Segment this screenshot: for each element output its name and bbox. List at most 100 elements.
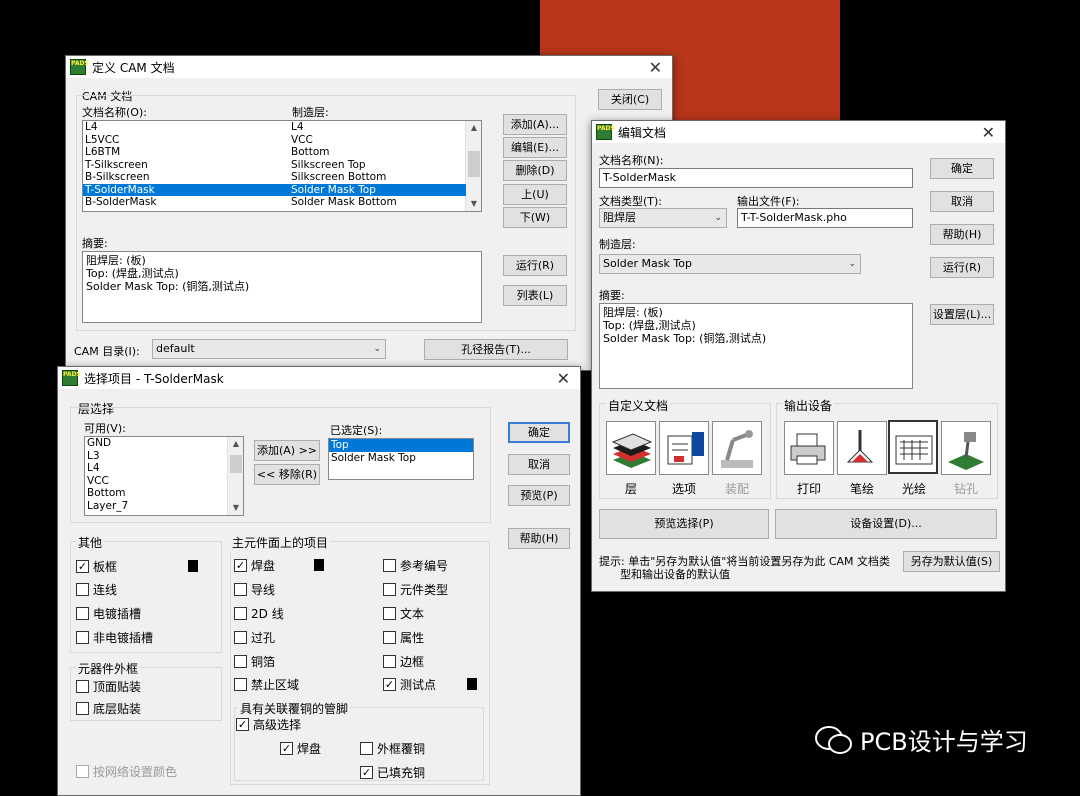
refdes-checkbox[interactable]: 参考编号	[383, 557, 448, 574]
board-color-swatch[interactable]	[188, 560, 198, 572]
table-row[interactable]: L6BTM Bottom	[83, 146, 466, 159]
nonplated-slot-checkbox[interactable]: 非电镀插槽	[76, 629, 153, 646]
doc-type-select[interactable]: 阻焊层 ⌄	[599, 208, 727, 228]
summary-box: 阻焊层: (板) Top: (焊盘,测试点) Solder Mask Top: …	[599, 303, 913, 389]
options-tile[interactable]	[659, 421, 709, 475]
add-layer-button[interactable]: 添加(A) >>	[254, 440, 320, 461]
pads-logo-icon: PADS	[62, 370, 81, 386]
save-default-button[interactable]: 另存为默认值(S)	[903, 551, 1000, 572]
outer-pour-checkbox[interactable]: 外框覆铜	[360, 740, 425, 757]
layer-cell: Silkscreen Top	[291, 158, 366, 171]
chevron-down-icon: ⌄	[373, 344, 381, 354]
trace-checkbox[interactable]: 导线	[234, 581, 275, 598]
main-items-label: 主元件面上的项目	[230, 534, 331, 551]
board-checkbox[interactable]: ✓ 板框	[76, 558, 117, 575]
cancel-button[interactable]: 取消	[508, 454, 570, 475]
edit-button[interactable]: 编辑(E)...	[503, 137, 567, 158]
help-button[interactable]: 帮助(H)	[930, 224, 994, 245]
list-item[interactable]: Top	[329, 439, 473, 452]
scroll-thumb[interactable]	[468, 151, 480, 177]
list-item[interactable]: GND	[85, 437, 243, 450]
up-button[interactable]: 上(U)	[503, 184, 567, 205]
scroll-up-icon[interactable]: ▲	[466, 121, 481, 135]
drill-tile[interactable]	[941, 421, 991, 475]
watermark-text: PCB设计与学习	[860, 728, 1028, 756]
advanced-select-checkbox[interactable]: ✓ 高级选择	[236, 716, 301, 733]
run-button[interactable]: 运行(R)	[503, 255, 567, 276]
connection-checkbox[interactable]: 连线	[76, 581, 117, 598]
part-type-checkbox[interactable]: 元件类型	[383, 581, 448, 598]
ok-button[interactable]: 确定	[930, 158, 994, 179]
outline-checkbox[interactable]: 边框	[383, 653, 424, 670]
layer-select[interactable]: Solder Mask Top ⌄	[599, 254, 861, 274]
list-item[interactable]: L4	[85, 462, 243, 475]
list-item[interactable]: Layer_7	[85, 500, 243, 513]
photo-plot-tile[interactable]	[888, 420, 938, 474]
layer-tile[interactable]	[606, 421, 656, 475]
pen-plot-tile[interactable]	[837, 421, 887, 475]
cam-dir-select[interactable]: default ⌄	[152, 339, 386, 359]
table-row[interactable]: T-Silkscreen Silkscreen Top	[83, 159, 466, 172]
table-row[interactable]: B-Silkscreen Silkscreen Bottom	[83, 171, 466, 184]
close-icon[interactable]: ✕	[982, 123, 995, 142]
pad-checkbox[interactable]: ✓ 焊盘	[234, 557, 275, 574]
close-icon[interactable]: ✕	[649, 58, 662, 77]
table-row[interactable]: T-SolderMask Solder Mask Top	[83, 183, 466, 196]
available-list[interactable]: ▲ ▼ GND L3 L4 VCC Bottom Layer_7	[84, 436, 244, 516]
keepout-checkbox[interactable]: 禁止区域	[234, 676, 299, 693]
layer-cell: Silkscreen Bottom	[291, 171, 387, 183]
net-color-checkbox: 按网络设置颜色	[76, 763, 177, 780]
component-outline-label: 元器件外框	[76, 660, 141, 677]
output-file-input[interactable]: T-T-SolderMask.pho	[737, 208, 913, 228]
layers-icon	[611, 433, 653, 468]
filled-copper-checkbox[interactable]: ✓ 已填充铜	[360, 764, 425, 781]
testpoint-checkbox[interactable]: ✓ 测试点	[383, 676, 436, 693]
print-tile[interactable]	[784, 421, 834, 475]
preview-button[interactable]: 预览(P)	[508, 485, 570, 506]
delete-button[interactable]: 删除(D)	[503, 160, 567, 181]
doc-name-cell: L5VCC	[85, 133, 120, 146]
ok-button[interactable]: 确定	[508, 422, 570, 443]
help-button[interactable]: 帮助(H)	[508, 528, 570, 549]
available-label: 可用(V):	[84, 422, 126, 435]
down-button[interactable]: 下(W)	[503, 207, 567, 228]
testpoint-color-swatch[interactable]	[467, 678, 477, 690]
preview-select-button[interactable]: 预览选择(P)	[599, 509, 769, 539]
bottom-mount-checkbox[interactable]: 底层贴装	[76, 700, 141, 717]
remove-layer-button[interactable]: << 移除(R)	[254, 464, 320, 485]
attribute-checkbox[interactable]: 属性	[383, 629, 424, 646]
cancel-button[interactable]: 取消	[930, 191, 994, 212]
tile-label-print: 打印	[796, 482, 821, 496]
add-button[interactable]: 添加(A)...	[503, 114, 567, 135]
table-row[interactable]: L4 L4	[83, 121, 466, 134]
summary-box: 阻焊层: (板) Top: (焊盘,测试点) Solder Mask Top: …	[82, 251, 482, 323]
plated-slot-checkbox[interactable]: 电镀插槽	[76, 605, 141, 622]
device-settings-button[interactable]: 设备设置(D)...	[775, 509, 997, 539]
scroll-down-icon[interactable]: ▼	[466, 197, 481, 211]
list-item[interactable]: L3	[85, 450, 243, 463]
cam-doc-list[interactable]: ▲ ▼ L4 L4 L5VCC VCC L6BTM Bottom T-Silkscreen Sil…	[82, 120, 482, 212]
pad-color-swatch[interactable]	[314, 559, 324, 571]
table-row[interactable]: B-SolderMask Solder Mask Bottom	[83, 196, 466, 209]
set-layer-button[interactable]: 设置层(L)...	[930, 304, 994, 325]
drill-report-button[interactable]: 孔径报告(T)...	[424, 339, 568, 360]
top-mount-checkbox[interactable]: 顶面贴装	[76, 678, 141, 695]
list-item[interactable]: Bottom	[85, 487, 243, 500]
list-button[interactable]: 列表(L)	[503, 285, 567, 306]
tile-label-pen: 笔绘	[849, 482, 874, 496]
doc-name-input[interactable]: T-SolderMask	[599, 168, 913, 188]
text-checkbox[interactable]: 文本	[383, 605, 424, 622]
2d-line-checkbox[interactable]: 2D 线	[234, 605, 284, 622]
close-button[interactable]: 关闭(C)	[598, 89, 662, 110]
table-row[interactable]: L5VCC VCC	[83, 134, 466, 147]
close-icon[interactable]: ✕	[557, 369, 570, 388]
via-checkbox[interactable]: 过孔	[234, 629, 275, 646]
pin-pad-checkbox[interactable]: ✓ 焊盘	[280, 740, 321, 757]
scrollbar[interactable]: ▲ ▼	[465, 121, 481, 211]
copper-checkbox[interactable]: 铜箔	[234, 653, 275, 670]
run-button[interactable]: 运行(R)	[930, 257, 994, 278]
chosen-list[interactable]: Top Solder Mask Top	[328, 438, 474, 480]
define-cam-window: PADS 定义 CAM 文档 ✕ CAM 文档 文档名称(O): 制造层: ▲ ▼ L4…	[65, 55, 673, 371]
list-item[interactable]: Solder Mask Top	[329, 452, 473, 465]
list-item[interactable]: VCC	[85, 475, 243, 488]
